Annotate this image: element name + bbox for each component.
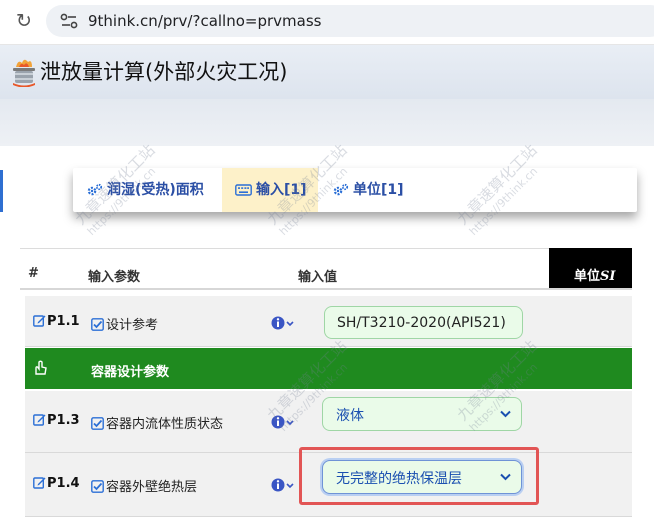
info-dropdown-icon[interactable]	[271, 315, 297, 331]
highlight-annotation	[299, 447, 539, 505]
tab-wetted-area[interactable]: 润湿(受热)面积	[87, 168, 204, 212]
app-logo-icon	[13, 59, 35, 87]
header-underline	[20, 288, 632, 290]
tab-unit[interactable]: 单位[1]	[333, 168, 404, 212]
cogs-icon	[87, 183, 103, 196]
tab-unit-label: 单位[1]	[353, 182, 404, 198]
param-name-text: 容器内流体性质状态	[106, 417, 224, 432]
checkbox-checked-icon	[91, 417, 104, 430]
param-id-text: P1.4	[47, 476, 80, 491]
column-header-unit[interactable]: 单位SI	[574, 265, 616, 284]
hand-pointer-icon	[35, 360, 47, 375]
browser-toolbar: ↻ 9think.cn/prv/?callno=prvmass	[0, 0, 654, 45]
column-header-hash: #	[28, 266, 39, 281]
fluid-state-value: 液体	[336, 408, 364, 424]
left-accent-bar	[0, 170, 3, 212]
param-id-text: P1.1	[47, 314, 80, 329]
page-header: 泄放量计算(外部火灾工况)	[0, 45, 654, 99]
edit-icon	[33, 414, 46, 426]
design-reference-field[interactable]: SH/T3210-2020(API521)	[324, 306, 523, 339]
tab-bar: 润湿(受热)面积 输入[1] 单位[1]	[73, 168, 637, 212]
checkbox-checked-icon	[91, 318, 104, 331]
param-name-text: 设计参考	[106, 318, 159, 333]
param-name: 容器外壁绝热层	[91, 476, 197, 495]
url-text: 9think.cn/prv/?callno=prvmass	[88, 12, 322, 30]
param-id[interactable]: P1.3	[33, 413, 80, 428]
param-id[interactable]: P1.4	[33, 476, 80, 491]
param-name: 设计参考	[91, 314, 158, 333]
fluid-state-select[interactable]: 液体	[322, 397, 522, 431]
param-id[interactable]: P1.1	[33, 314, 80, 329]
keyboard-icon	[235, 184, 252, 196]
chevron-down-icon	[500, 410, 511, 418]
address-bar[interactable]: 9think.cn/prv/?callno=prvmass	[46, 5, 654, 37]
table-top-border	[20, 248, 632, 249]
param-name-text: 容器外壁绝热层	[106, 480, 198, 495]
reload-icon[interactable]: ↻	[13, 10, 35, 32]
tab-input-label: 输入[1]	[256, 182, 307, 198]
param-name: 容器内流体性质状态	[91, 413, 223, 432]
column-header-param: 输入参数	[88, 270, 141, 285]
info-dropdown-icon[interactable]	[271, 477, 297, 493]
tab-input[interactable]: 输入[1]	[222, 168, 318, 212]
checkbox-checked-icon	[91, 480, 104, 493]
unit-header-si: SI	[600, 269, 616, 284]
column-header-value: 输入值	[298, 270, 338, 285]
header-band	[0, 99, 654, 146]
edit-icon	[33, 315, 46, 327]
page-title: 泄放量计算(外部火灾工况)	[40, 60, 288, 84]
tab-wetted-label: 润湿(受热)面积	[107, 182, 204, 198]
unit-header-prefix: 单位	[574, 269, 601, 284]
design-reference-value: SH/T3210-2020(API521)	[337, 315, 506, 331]
cogs-icon	[333, 183, 349, 196]
section-title: 容器设计参数	[91, 365, 170, 380]
site-info-icon[interactable]	[60, 13, 78, 29]
param-id-text: P1.3	[47, 413, 80, 428]
edit-icon	[33, 477, 46, 489]
info-dropdown-icon[interactable]	[271, 414, 297, 430]
